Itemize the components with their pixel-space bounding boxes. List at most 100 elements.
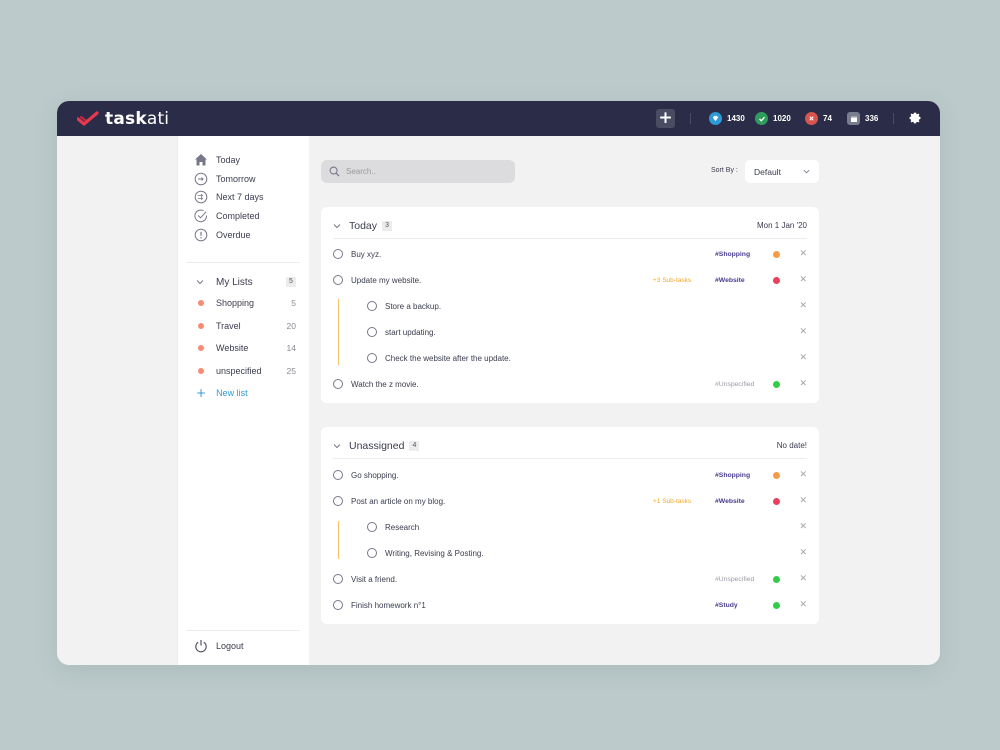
- priority-dot[interactable]: [773, 575, 780, 583]
- delete-icon[interactable]: ✕: [799, 353, 807, 363]
- chevron-down-icon[interactable]: [333, 222, 341, 230]
- task-text: start updating.: [385, 327, 436, 337]
- task-tag[interactable]: #Website: [715, 277, 745, 284]
- task-checkbox[interactable]: [333, 379, 343, 389]
- search-box[interactable]: [321, 160, 515, 183]
- task-checkbox[interactable]: [367, 548, 377, 558]
- delete-icon[interactable]: ✕: [799, 327, 807, 337]
- task-text: Watch the z movie.: [351, 379, 419, 389]
- priority-dot[interactable]: [773, 276, 780, 284]
- task-tag[interactable]: #Unspecified: [715, 381, 754, 388]
- priority-dot[interactable]: [773, 471, 780, 479]
- section-title: Today: [349, 219, 378, 232]
- sidebar-list-shopping[interactable]: Shopping 5: [198, 296, 296, 310]
- section-count: 3: [382, 220, 393, 231]
- task-checkbox[interactable]: [367, 522, 377, 532]
- sidebar: Today Tomorrow Next 7 days Completed Ove…: [177, 136, 309, 665]
- chevron-down-icon[interactable]: [333, 442, 341, 450]
- sidebar-item-next-7-days[interactable]: Next 7 days: [194, 189, 264, 205]
- delete-icon[interactable]: ✕: [799, 470, 807, 480]
- delete-icon[interactable]: ✕: [799, 548, 807, 558]
- search-input[interactable]: [346, 167, 496, 176]
- task-row[interactable]: Go shopping. #Shopping ✕: [333, 466, 807, 484]
- list-color-dot: [198, 300, 204, 306]
- sidebar-item-tomorrow[interactable]: Tomorrow: [194, 171, 256, 187]
- sidebar-item-label: Next 7 days: [216, 192, 264, 202]
- delete-icon[interactable]: ✕: [799, 379, 807, 389]
- sidebar-list-unspecified[interactable]: unspecified 25: [198, 364, 296, 378]
- logo[interactable]: taskati: [77, 107, 169, 131]
- list-label: unspecified: [216, 366, 262, 376]
- delete-icon[interactable]: ✕: [799, 301, 807, 311]
- task-checkbox[interactable]: [333, 574, 343, 584]
- task-tag[interactable]: #Shopping: [715, 472, 750, 479]
- stat-completed[interactable]: 1020: [755, 111, 791, 126]
- home-icon: [195, 154, 207, 166]
- logout-button[interactable]: Logout: [194, 638, 244, 654]
- priority-dot[interactable]: [773, 497, 780, 505]
- stat-failed-value: 74: [823, 114, 832, 123]
- task-checkbox[interactable]: [367, 353, 377, 363]
- section-unassigned: Unassigned 4 No date! Go shopping. #Shop…: [321, 427, 819, 624]
- sidebar-divider: [186, 262, 300, 263]
- subtask-row[interactable]: Check the website after the update. ✕: [367, 349, 807, 367]
- task-tag[interactable]: #Unspecified: [715, 576, 754, 583]
- task-checkbox[interactable]: [333, 470, 343, 480]
- sort-label: Sort By :: [711, 167, 738, 174]
- new-list-button[interactable]: + New list: [196, 386, 248, 400]
- task-tag[interactable]: #Shopping: [715, 251, 750, 258]
- list-color-dot: [198, 368, 204, 374]
- delete-icon[interactable]: ✕: [799, 522, 807, 532]
- search-icon: [329, 166, 340, 177]
- task-row[interactable]: Finish homework n°1 #Study ✕: [333, 596, 807, 614]
- task-row[interactable]: Post an article on my blog. +1 Sub-tasks…: [333, 492, 807, 510]
- subtask-row[interactable]: Writing, Revising & Posting. ✕: [367, 544, 807, 562]
- section-header: Unassigned 4 No date!: [333, 433, 807, 459]
- priority-dot[interactable]: [773, 250, 780, 258]
- delete-icon[interactable]: ✕: [799, 249, 807, 259]
- subtask-row[interactable]: start updating. ✕: [367, 323, 807, 341]
- priority-dot[interactable]: [773, 601, 780, 609]
- task-checkbox[interactable]: [333, 600, 343, 610]
- delete-icon[interactable]: ✕: [799, 496, 807, 506]
- stat-days[interactable]: 336: [847, 111, 878, 126]
- subtasks-count[interactable]: +3 Sub-tasks: [653, 277, 691, 284]
- stat-failed[interactable]: 74: [805, 111, 832, 126]
- delete-icon[interactable]: ✕: [799, 600, 807, 610]
- sort-dropdown[interactable]: Default: [745, 160, 819, 183]
- stat-points[interactable]: 1430: [709, 111, 745, 126]
- logo-check-icon: [77, 111, 99, 126]
- sidebar-list-travel[interactable]: Travel 20: [198, 319, 296, 333]
- chevron-down-icon: [803, 169, 810, 174]
- subtask-row[interactable]: Research ✕: [367, 518, 807, 536]
- add-task-button[interactable]: +: [656, 109, 675, 128]
- check-icon: [755, 112, 768, 125]
- task-row[interactable]: Update my website. +3 Sub-tasks #Website…: [333, 271, 807, 289]
- list-count: 5: [291, 298, 296, 308]
- task-checkbox[interactable]: [367, 327, 377, 337]
- task-text: Check the website after the update.: [385, 353, 511, 363]
- task-checkbox[interactable]: [367, 301, 377, 311]
- subtasks-count[interactable]: +1 Sub-tasks: [653, 498, 691, 505]
- delete-icon[interactable]: ✕: [799, 275, 807, 285]
- task-checkbox[interactable]: [333, 275, 343, 285]
- sidebar-item-today[interactable]: Today: [194, 152, 240, 168]
- settings-gear-icon[interactable]: [908, 111, 922, 125]
- priority-dot[interactable]: [773, 380, 780, 388]
- sidebar-item-overdue[interactable]: Overdue: [194, 227, 251, 243]
- task-row[interactable]: Visit a friend. #Unspecified ✕: [333, 570, 807, 588]
- task-tag[interactable]: #Website: [715, 498, 745, 505]
- sidebar-item-completed[interactable]: Completed: [194, 208, 260, 224]
- subtask-row[interactable]: Store a backup. ✕: [367, 297, 807, 315]
- task-tag[interactable]: #Study: [715, 602, 738, 609]
- sidebar-list-website[interactable]: Website 14: [198, 341, 296, 355]
- diamond-icon: [709, 112, 722, 125]
- my-lists-toggle[interactable]: My Lists 5: [194, 274, 296, 290]
- delete-icon[interactable]: ✕: [799, 574, 807, 584]
- sidebar-divider: [186, 630, 300, 631]
- task-checkbox[interactable]: [333, 249, 343, 259]
- task-checkbox[interactable]: [333, 496, 343, 506]
- task-row[interactable]: Buy xyz. #Shopping ✕: [333, 245, 807, 263]
- task-row[interactable]: Watch the z movie. #Unspecified ✕: [333, 375, 807, 393]
- section-date: No date!: [776, 441, 807, 450]
